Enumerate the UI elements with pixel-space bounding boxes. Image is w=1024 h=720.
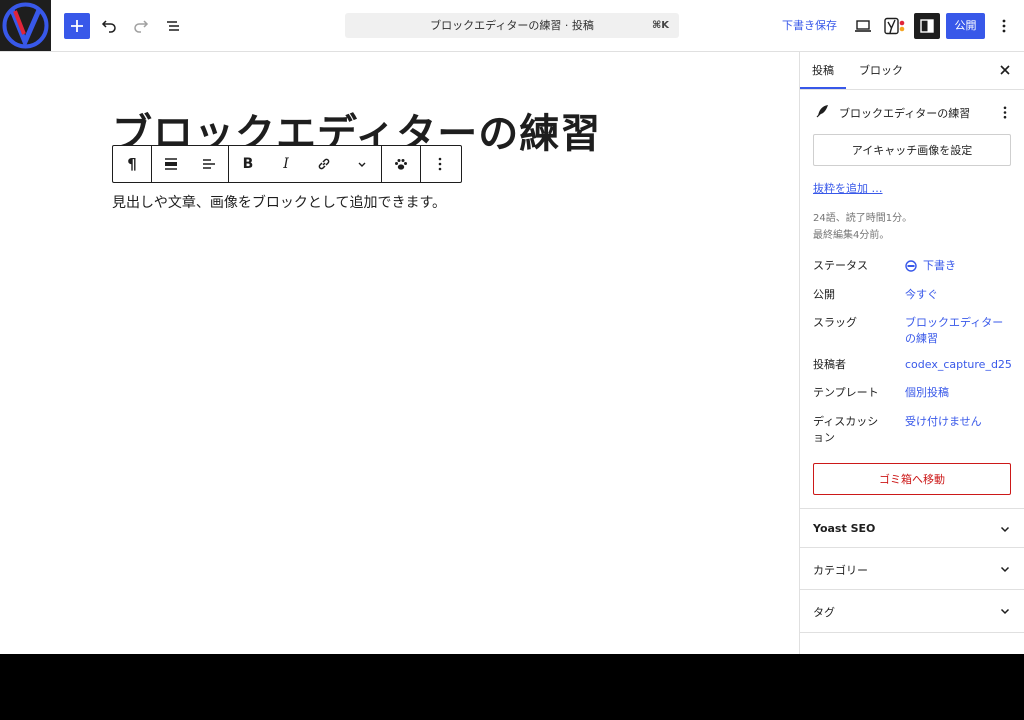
paw-icon xyxy=(395,159,407,170)
more-vertical-icon xyxy=(1002,19,1006,33)
plus-icon xyxy=(71,20,83,32)
more-vertical-icon xyxy=(438,157,442,171)
move-to-trash-button[interactable]: ゴミ箱へ移動 xyxy=(813,463,1011,495)
redo-icon xyxy=(134,20,149,33)
save-draft-button[interactable]: 下書き保存 xyxy=(776,13,843,39)
status-value-text: 下書き xyxy=(923,259,956,272)
panel-title: タグ xyxy=(813,606,835,619)
set-featured-image-button[interactable]: アイキャッチ画像を設定 xyxy=(813,134,1011,166)
command-palette-bar[interactable]: ブロックエディターの練習 · 投稿 ⌘K xyxy=(345,13,679,38)
link-button[interactable] xyxy=(305,146,343,182)
document-overview-button[interactable] xyxy=(161,13,185,39)
panel-title: Yoast SEO xyxy=(813,522,876,535)
alignment-group xyxy=(152,146,229,182)
status-value[interactable]: 下書き xyxy=(905,258,1015,274)
slug-value[interactable]: ブロックエディターの練習 xyxy=(905,315,1005,347)
status-label: ステータス xyxy=(813,259,868,272)
options-menu-button[interactable] xyxy=(992,13,1016,39)
tab-post[interactable]: 投稿 xyxy=(800,52,846,89)
settings-sidebar-toggle[interactable] xyxy=(914,13,940,39)
template-label: テンプレート xyxy=(813,386,879,399)
author-value[interactable]: codex_capture_d25 xyxy=(905,357,1015,373)
document-title-label: ブロックエディターの練習 · 投稿 xyxy=(430,19,594,32)
paragraph-icon: ¶ xyxy=(127,155,137,173)
sidebar-tabs: 投稿 ブロック xyxy=(800,52,1024,90)
text-align-button[interactable] xyxy=(190,146,228,182)
author-label: 投稿者 xyxy=(813,358,846,371)
site-logo-icon[interactable] xyxy=(0,0,51,51)
chevron-down-icon xyxy=(358,162,366,167)
italic-button[interactable]: I xyxy=(267,146,305,182)
chevron-down-icon xyxy=(997,561,1013,577)
bold-icon: B xyxy=(242,156,254,172)
chevron-down-icon xyxy=(997,603,1013,619)
sidebar-icon xyxy=(920,19,934,33)
block-editor: ブロックエディターの練習 · 投稿 ⌘K 下書き保存 公開 ブロックエディターの… xyxy=(0,0,1024,654)
redo-button[interactable] xyxy=(129,13,153,39)
italic-icon: I xyxy=(283,156,289,172)
post-actions-button[interactable] xyxy=(995,102,1015,122)
word-count-text: 24語、読了時間1分。 xyxy=(813,213,913,224)
add-block-button[interactable] xyxy=(64,13,90,39)
block-type-group: ¶ xyxy=(113,146,152,182)
post-feather-icon xyxy=(816,105,828,118)
post-summary-title: ブロックエディターの練習 xyxy=(839,107,971,120)
panel-yoast-seo[interactable]: Yoast SEO xyxy=(800,508,1024,547)
align-wide-icon xyxy=(165,158,177,170)
editor-canvas: ブロックエディターの練習 ¶ B I 見出しや文章、画像をブロックとして追加でき… xyxy=(0,52,799,654)
undo-icon xyxy=(101,20,116,33)
plugin-group xyxy=(382,146,421,182)
bold-button[interactable]: B xyxy=(229,146,267,182)
link-icon xyxy=(318,158,330,170)
publish-button[interactable]: 公開 xyxy=(946,13,985,39)
settings-sidebar: 投稿 ブロック ブロックエディターの練習 アイキャッチ画像を設定 抜粋を追加 …… xyxy=(799,52,1024,654)
yoast-seo-button[interactable] xyxy=(881,13,909,39)
block-toolbar: ¶ B I xyxy=(112,145,462,183)
panel-title: カテゴリー xyxy=(813,564,868,577)
discussion-value[interactable]: 受け付けません xyxy=(905,414,1015,430)
list-view-icon xyxy=(167,21,179,31)
close-icon xyxy=(1000,65,1010,75)
add-excerpt-link[interactable]: 抜粋を追加 … xyxy=(813,180,883,196)
paragraph-block[interactable]: 見出しや文章、画像をブロックとして追加できます。 xyxy=(112,192,446,212)
align-left-icon xyxy=(203,159,215,169)
format-group: B I xyxy=(229,146,382,182)
more-vertical-icon xyxy=(1003,106,1007,118)
template-value[interactable]: 個別投稿 xyxy=(905,385,1015,401)
draft-status-icon xyxy=(905,260,917,272)
paw-button[interactable] xyxy=(382,146,420,182)
close-sidebar-button[interactable] xyxy=(993,58,1017,82)
chevron-down-icon xyxy=(997,521,1013,537)
panel-categories[interactable]: カテゴリー xyxy=(800,547,1024,589)
discussion-label: ディスカッション xyxy=(813,415,879,444)
preview-button[interactable] xyxy=(850,13,876,39)
wide-align-button[interactable] xyxy=(152,146,190,182)
last-edited-text: 最終編集4分前。 xyxy=(813,230,890,241)
more-formats-button[interactable] xyxy=(343,146,381,182)
desktop-preview-icon xyxy=(855,20,871,32)
block-options-button[interactable] xyxy=(421,146,459,182)
publish-value[interactable]: 今すぐ xyxy=(905,287,1015,303)
slug-label: スラッグ xyxy=(813,316,857,329)
editor-header: ブロックエディターの練習 · 投稿 ⌘K 下書き保存 公開 xyxy=(0,0,1024,52)
panel-tags[interactable]: タグ xyxy=(800,589,1024,633)
shortcut-hint: ⌘K xyxy=(651,20,669,31)
undo-button[interactable] xyxy=(97,13,121,39)
yoast-icon xyxy=(884,17,905,35)
paragraph-block-button[interactable]: ¶ xyxy=(113,146,151,182)
tab-block[interactable]: ブロック xyxy=(858,52,904,89)
publish-label: 公開 xyxy=(813,288,835,301)
block-options-group xyxy=(421,146,459,182)
